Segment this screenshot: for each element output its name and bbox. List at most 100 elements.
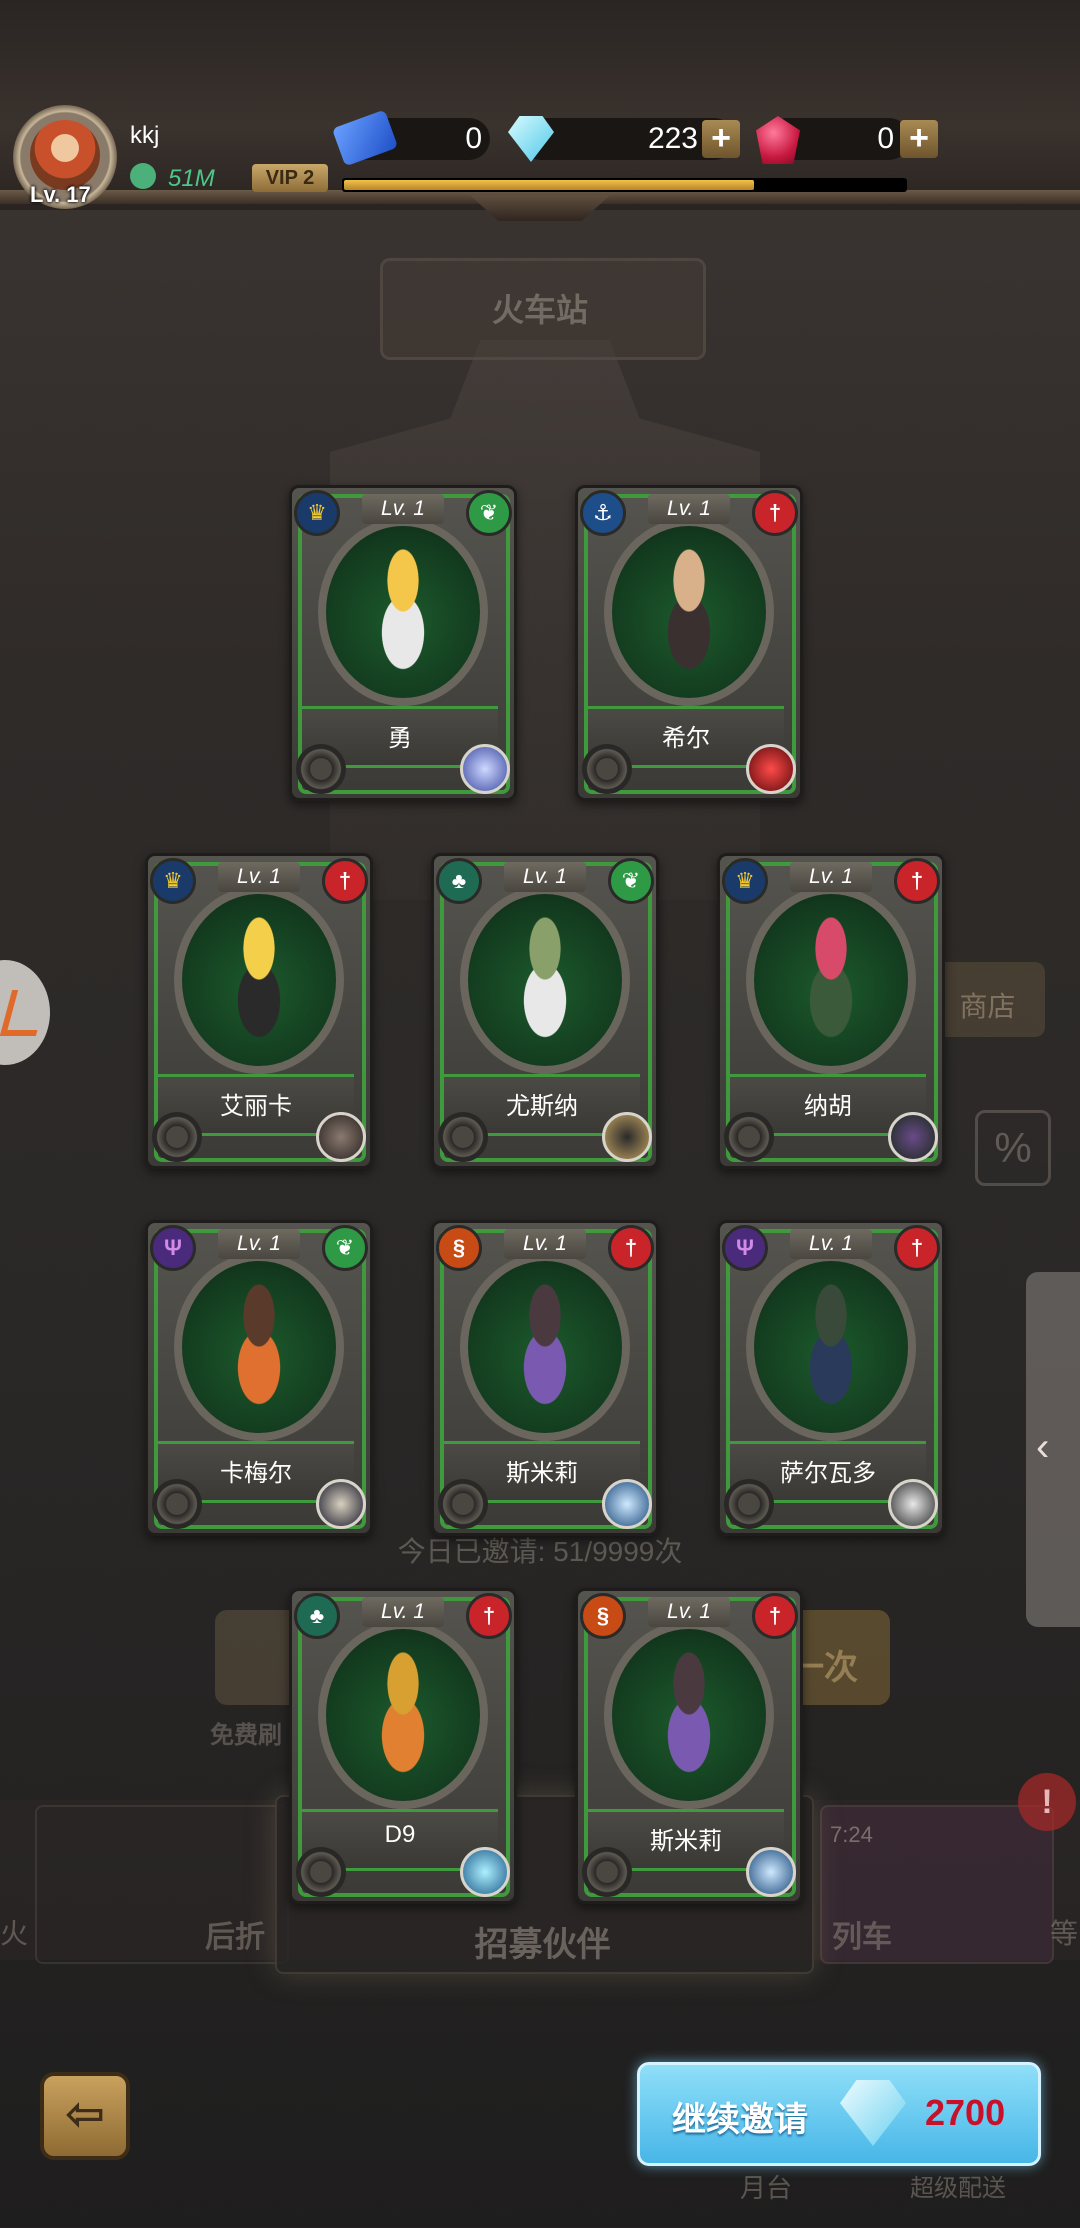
band-time: 7:24: [830, 1822, 873, 1847]
equipment-slot-icon: [296, 744, 346, 794]
sword-icon: †: [894, 858, 940, 904]
hero-card[interactable]: Lv. 1 Ψ † 萨尔瓦多: [717, 1220, 945, 1536]
top-bar-ornament: [470, 195, 610, 221]
add-rubies-button[interactable]: +: [900, 120, 938, 158]
bottom-label: 超级配送: [910, 2175, 1006, 2202]
anchor-icon: ⚓: [580, 490, 626, 536]
avatar-portrait: [30, 120, 100, 190]
sword-icon: †: [466, 1593, 512, 1639]
vip-badge[interactable]: VIP 2: [252, 164, 328, 192]
add-diamonds-button[interactable]: +: [702, 120, 740, 158]
recruit-label: 招募伙伴: [474, 1926, 611, 1964]
band-label: 后折: [205, 1921, 265, 1954]
hero-sprite: [210, 916, 308, 1046]
rose-icon: [746, 744, 796, 794]
swirl-icon: [460, 744, 510, 794]
leaf-icon: ❦: [322, 1225, 368, 1271]
card-level: Lv. 1: [218, 1229, 300, 1259]
band-label: 等: [1050, 1918, 1079, 1949]
crown-icon: ♛: [722, 858, 768, 904]
player-name: kkj: [130, 122, 160, 149]
continue-invite-cost: 2700: [925, 2092, 1006, 2133]
creature-icon: [888, 1112, 938, 1162]
shop-label: 商店: [959, 991, 1016, 1022]
card-level: Lv. 1: [790, 1229, 872, 1259]
chevron-left-icon: ‹: [1036, 1425, 1050, 1469]
tree-icon: ♣: [294, 1593, 340, 1639]
vip-progress-fill: [344, 180, 754, 190]
moon-icon: [316, 1479, 366, 1529]
hero-sprite: [640, 548, 738, 678]
hero-sprite: [354, 1651, 452, 1781]
wave-icon: [602, 1479, 652, 1529]
hero-sprite: [354, 548, 452, 678]
card-level: Lv. 1: [218, 862, 300, 892]
hero-card[interactable]: Lv. 1 ⚓ † 希尔: [575, 485, 803, 801]
sword-icon: †: [894, 1225, 940, 1271]
hero-sprite: [640, 1651, 738, 1781]
hero-sprite: [496, 1283, 594, 1413]
hero-card[interactable]: Lv. 1 § † 斯米莉: [431, 1220, 659, 1536]
equipment-slot-icon: [152, 1479, 202, 1529]
hero-card[interactable]: Lv. 1 ♣ ❦ 尤斯纳: [431, 853, 659, 1169]
band-label: 火: [0, 1918, 29, 1949]
power-value: 51M: [168, 165, 215, 192]
card-level: Lv. 1: [362, 1597, 444, 1627]
invite-count: 今日已邀请: 51/9999次: [397, 1536, 683, 1567]
station-title: 火车站: [491, 292, 588, 328]
equipment-slot-icon: [582, 1847, 632, 1897]
free-label: 免费刷: [210, 1722, 282, 1749]
ticket-value: 0: [465, 122, 482, 155]
hero-card[interactable]: Lv. 1 § † 斯米莉: [575, 1588, 803, 1904]
sword-icon: †: [752, 490, 798, 536]
alert-icon: !: [1018, 1773, 1076, 1831]
continue-invite-label: 继续邀请: [672, 2101, 808, 2139]
hero-card[interactable]: Lv. 1 ♣ † D9: [289, 1588, 517, 1904]
bottom-label: 月台: [740, 2173, 793, 2203]
mask-icon: [602, 1112, 652, 1162]
power-icon: [130, 163, 156, 189]
band-label: 列车: [832, 1921, 892, 1954]
hero-sprite: [496, 916, 594, 1046]
tree-icon: ♣: [436, 858, 482, 904]
crown-icon: ♛: [150, 858, 196, 904]
card-level: Lv. 1: [790, 862, 872, 892]
dragon-icon: §: [436, 1225, 482, 1271]
trident-icon: Ψ: [150, 1225, 196, 1271]
equipment-slot-icon: [724, 1112, 774, 1162]
hero-name: D9: [384, 1821, 416, 1848]
sword-icon: †: [752, 1593, 798, 1639]
back-button[interactable]: ⇦: [40, 2072, 130, 2160]
hero-sprite: [210, 1283, 308, 1413]
equipment-slot-icon: [438, 1479, 488, 1529]
hero-sprite: [782, 1283, 880, 1413]
sword-icon: †: [322, 858, 368, 904]
card-level: Lv. 1: [504, 862, 586, 892]
crown-icon: ♛: [294, 490, 340, 536]
lightning-icon: [460, 1847, 510, 1897]
hero-card[interactable]: Lv. 1 ♛ ❦ 勇: [289, 485, 517, 801]
dragon-icon: §: [580, 1593, 626, 1639]
card-level: Lv. 1: [504, 1229, 586, 1259]
diamond-value: 223: [647, 122, 698, 155]
card-level: Lv. 1: [362, 494, 444, 524]
spirit-icon: [888, 1479, 938, 1529]
sword-icon: †: [608, 1225, 654, 1271]
equipment-slot-icon: [152, 1112, 202, 1162]
percent-icon: %: [975, 1110, 1051, 1186]
leaf-icon: ❦: [466, 490, 512, 536]
equipment-slot-icon: [296, 1847, 346, 1897]
trident-icon: Ψ: [722, 1225, 768, 1271]
player-level: Lv. 17: [30, 182, 91, 207]
hero-card[interactable]: Lv. 1 Ψ ❦ 卡梅尔: [145, 1220, 373, 1536]
hero-card[interactable]: Lv. 1 ♛ † 艾丽卡: [145, 853, 373, 1169]
hero-sprite: [782, 916, 880, 1046]
debris-icon: [316, 1112, 366, 1162]
equipment-slot-icon: [724, 1479, 774, 1529]
hero-card[interactable]: Lv. 1 ♛ † 纳胡: [717, 853, 945, 1169]
equipment-slot-icon: [582, 744, 632, 794]
right-drawer-tab[interactable]: [1026, 1272, 1080, 1627]
equipment-slot-icon: [438, 1112, 488, 1162]
card-level: Lv. 1: [648, 494, 730, 524]
leaf-icon: ❦: [608, 858, 654, 904]
